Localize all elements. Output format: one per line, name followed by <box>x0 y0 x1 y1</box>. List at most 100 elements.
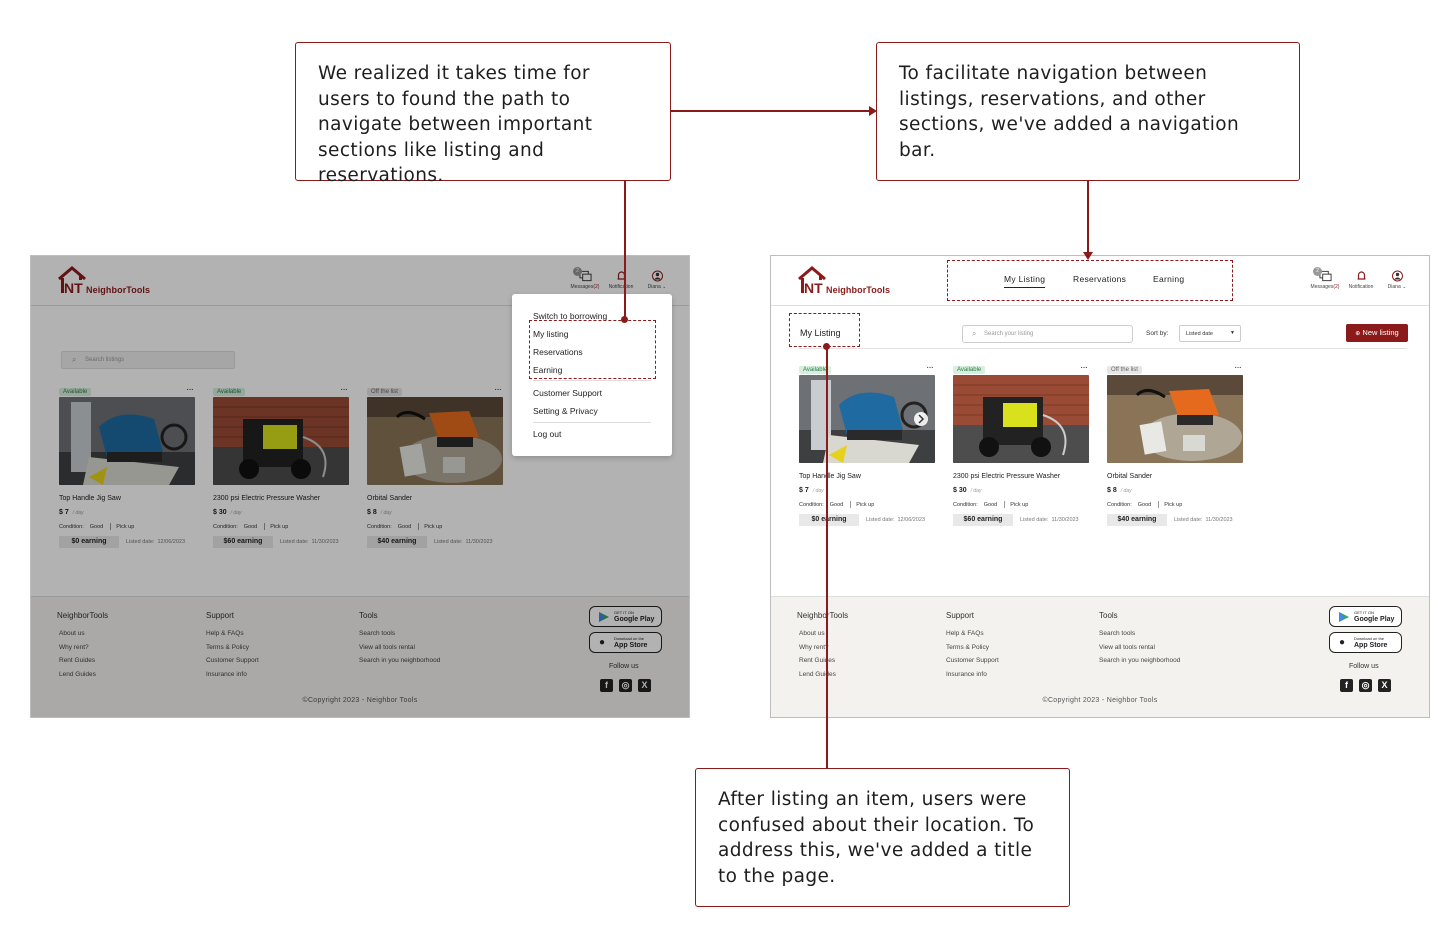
footer-link[interactable]: Help & FAQs <box>946 630 999 637</box>
footer-link[interactable]: Search tools <box>1099 630 1180 637</box>
search-input[interactable]: ⌕ Search your listing <box>962 325 1133 343</box>
title-divider <box>799 348 1407 349</box>
bell-icon <box>1357 271 1365 280</box>
listing-price: $ 30/ day <box>953 487 981 494</box>
footer-link[interactable]: View all tools rental <box>1099 644 1180 651</box>
more-icon[interactable]: ··· <box>926 362 934 373</box>
footer-link[interactable]: Why rent? <box>799 644 848 651</box>
footer-col-support: Support Help & FAQs Terms & Policy Custo… <box>946 611 999 684</box>
footer-link[interactable]: Customer Support <box>946 657 999 664</box>
app-store-button[interactable]: ● Download on the App Store <box>1329 632 1402 653</box>
callout-text: We realized it takes time for users to f… <box>318 63 593 187</box>
highlight-navigation-bar <box>947 260 1233 301</box>
store-small: GET IT ON <box>1354 610 1374 615</box>
earning-badge: $40 earning <box>1107 514 1167 526</box>
menu-setting-privacy[interactable]: Setting & Privacy <box>533 406 598 416</box>
sort-select[interactable]: Listed date ▼ <box>1179 325 1241 342</box>
more-icon[interactable]: ··· <box>1234 362 1242 373</box>
new-listing-label: New listing <box>1362 328 1399 337</box>
product-photo <box>953 375 1089 463</box>
footer-title: Tools <box>1099 611 1118 620</box>
listing-price: $ 8/ day <box>1107 487 1132 494</box>
pressure-washer-photo <box>953 375 1089 463</box>
user-menu-button[interactable]: Diana ⌄ <box>1379 270 1415 290</box>
listed-value: 12/06/2023 <box>897 517 926 523</box>
arrowhead-right <box>869 106 877 116</box>
x-icon[interactable]: X <box>1378 679 1391 692</box>
user-icon <box>1391 270 1403 282</box>
sort-label: Sort by: <box>1146 330 1169 337</box>
status-badge: Off the list <box>1107 366 1142 374</box>
footer-title: Support <box>946 611 975 620</box>
menu-customer-support[interactable]: Customer Support <box>533 388 602 398</box>
price-unit: / day <box>812 488 824 494</box>
footer-link[interactable]: Lend Guides <box>799 671 848 678</box>
footer-link[interactable]: About us <box>799 630 848 637</box>
footer-link[interactable]: Terms & Policy <box>946 644 999 651</box>
listed-value: 11/30/2023 <box>1205 517 1233 523</box>
listed-date: Listed date: 11/30/2023 <box>1020 517 1079 523</box>
listed-date: Listed date: 12/06/2023 <box>866 517 925 523</box>
messages-label: Messages <box>1310 284 1334 290</box>
highlight-page-title <box>789 313 860 347</box>
condition-label: Condition: <box>1107 501 1132 508</box>
listed-label: Listed date: <box>1020 517 1049 523</box>
apple-icon: ● <box>1339 637 1346 648</box>
instagram-icon[interactable]: ◎ <box>1359 679 1372 692</box>
menu-divider <box>533 380 651 381</box>
store-big: App Store <box>1354 642 1388 649</box>
sander-photo <box>1107 375 1243 463</box>
connector-vertical-bottom <box>826 347 828 768</box>
search-placeholder: Search your listing <box>984 331 1034 337</box>
price-value: $ 8 <box>1107 487 1117 494</box>
earning-badge: $60 earning <box>953 514 1013 526</box>
notification-button[interactable]: Notification <box>1343 270 1379 290</box>
user-label: Diana <box>1387 284 1401 290</box>
callout-problem-navigation: We realized it takes time for users to f… <box>295 42 671 186</box>
footer-link[interactable]: Rent Guides <box>799 657 848 664</box>
notification-label: Notification <box>1348 284 1374 290</box>
arrowhead-down <box>1083 252 1093 260</box>
footer-link[interactable]: Search in you neighborhood <box>1099 657 1180 664</box>
product-photo <box>1107 375 1243 463</box>
callout-text: After listing an item, users were confus… <box>718 789 1035 887</box>
search-icon: ⌕ <box>972 329 977 338</box>
google-play-button[interactable]: GET IT ON Google Play <box>1329 606 1402 627</box>
status-badge: Available <box>953 366 986 374</box>
price-unit: / day <box>1120 488 1132 494</box>
store-small: Download on the <box>1354 636 1385 641</box>
listed-label: Listed date: <box>1174 517 1203 523</box>
listing-condition: Condition: Good Pick up <box>1107 501 1188 508</box>
connector-vertical-left <box>624 181 626 320</box>
listing-price: $ 7/ day <box>799 487 824 494</box>
listed-label: Listed date: <box>866 517 895 523</box>
facebook-icon[interactable]: f <box>1340 679 1353 692</box>
store-big: Google Play <box>1354 616 1395 623</box>
messages-count: (2) <box>1333 284 1340 290</box>
copyright: ©Copyright 2023 - Neighbor Tools <box>1042 697 1158 704</box>
footer-col-tools: Tools Search tools View all tools rental… <box>1099 611 1180 671</box>
jigsaw-photo <box>799 375 935 463</box>
listed-value: 11/30/2023 <box>1051 517 1079 523</box>
footer-link[interactable]: Insurance info <box>946 671 999 678</box>
logo-text: NeighborTools <box>826 285 891 295</box>
footer: NeighborTools About us Why rent? Rent Gu… <box>771 596 1429 717</box>
logo-mark: NT <box>804 280 823 296</box>
connector-dot <box>823 343 830 350</box>
connector-dot <box>621 316 628 323</box>
price-value: $ 30 <box>953 487 967 494</box>
new-listing-button[interactable]: ⊕ New listing <box>1346 324 1408 342</box>
footer-col-brand: NeighborTools About us Why rent? Rent Gu… <box>797 611 848 684</box>
logo[interactable]: NT NeighborTools <box>797 266 907 300</box>
pickup-label: Pick up <box>1010 501 1029 508</box>
plus-circle-icon: ⊕ <box>1355 331 1361 337</box>
connector-horizontal <box>671 110 871 112</box>
more-icon[interactable]: ··· <box>1080 362 1088 373</box>
callout-solution-navbar: To facilitate navigation between listing… <box>876 42 1300 181</box>
menu-divider <box>533 422 651 423</box>
product-photo <box>799 375 935 463</box>
price-value: $ 7 <box>799 487 809 494</box>
new-design-screen: NT NeighborTools My Listing Reservations… <box>770 255 1430 718</box>
listing-name: Top Handle Jig Saw <box>799 473 861 480</box>
menu-log-out[interactable]: Log out <box>533 429 561 439</box>
